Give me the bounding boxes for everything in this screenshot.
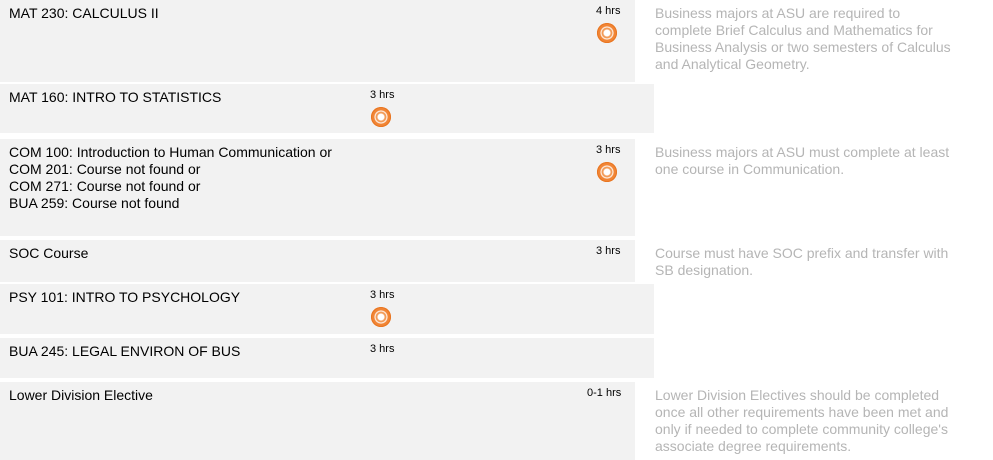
transfer-badge-icon[interactable] [597, 23, 617, 43]
course-title: MAT 160: INTRO TO STATISTICS [9, 89, 222, 105]
requirement-row: BUA 245: LEGAL ENVIRON OF BUS 3 hrs [0, 338, 993, 378]
credit-hours: 3 hrs [370, 289, 395, 301]
requirement-row: COM 100: Introduction to Human Communica… [0, 139, 993, 236]
credit-hours: 3 hrs [370, 343, 395, 355]
transfer-badge-icon[interactable] [371, 107, 391, 127]
credit-hours: 3 hrs [596, 245, 621, 257]
requirement-row: MAT 160: INTRO TO STATISTICS 3 hrs [0, 84, 993, 133]
credit-hours: 4 hrs [596, 5, 621, 17]
course-title: Lower Division Elective [9, 387, 153, 403]
requirement-note: Business majors at ASU must complete at … [655, 144, 950, 177]
course-title: BUA 245: LEGAL ENVIRON OF BUS [9, 343, 241, 359]
course-option: BUA 259: Course not found [9, 195, 180, 211]
requirement-row: PSY 101: INTRO TO PSYCHOLOGY 3 hrs [0, 284, 993, 334]
course-cell [0, 240, 635, 282]
course-option: COM 271: Course not found or [9, 178, 201, 194]
course-option: COM 100: Introduction to Human Communica… [9, 144, 332, 160]
course-title: MAT 230: CALCULUS II [9, 5, 159, 21]
requirement-note: Business majors at ASU are required to c… [655, 5, 951, 72]
credit-hours: 3 hrs [596, 144, 621, 156]
degree-requirements-list: MAT 230: CALCULUS II 4 hrs Business majo… [0, 0, 993, 460]
requirement-note: Lower Division Electives should be compl… [655, 387, 949, 454]
course-title-multi: COM 100: Introduction to Human Communica… [9, 144, 332, 212]
requirement-note: Course must have SOC prefix and transfer… [655, 245, 949, 278]
requirement-row: Lower Division Elective 0-1 hrs Lower Di… [0, 382, 993, 460]
note-cell [654, 84, 993, 133]
course-title: PSY 101: INTRO TO PSYCHOLOGY [9, 289, 241, 305]
transfer-badge-icon[interactable] [597, 162, 617, 182]
course-title: SOC Course [9, 245, 89, 261]
course-option: COM 201: Course not found or [9, 161, 201, 177]
requirement-row: MAT 230: CALCULUS II 4 hrs Business majo… [0, 0, 993, 82]
transfer-badge-icon[interactable] [371, 307, 391, 327]
requirement-row: SOC Course 3 hrs Course must have SOC pr… [0, 240, 993, 282]
credit-hours: 3 hrs [370, 89, 395, 101]
credit-hours: 0-1 hrs [587, 387, 622, 399]
